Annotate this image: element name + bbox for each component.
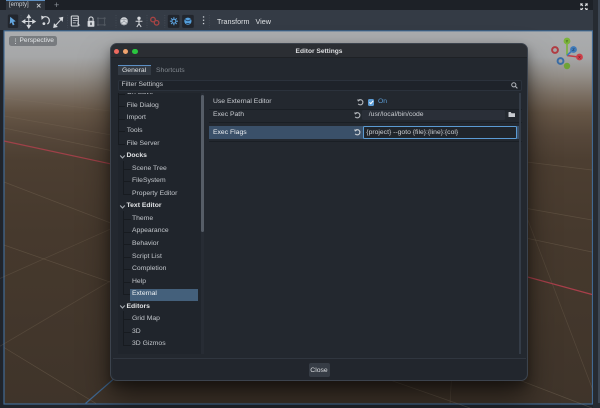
svg-text:X: X [578,54,581,59]
svg-text:Y: Y [566,38,569,43]
